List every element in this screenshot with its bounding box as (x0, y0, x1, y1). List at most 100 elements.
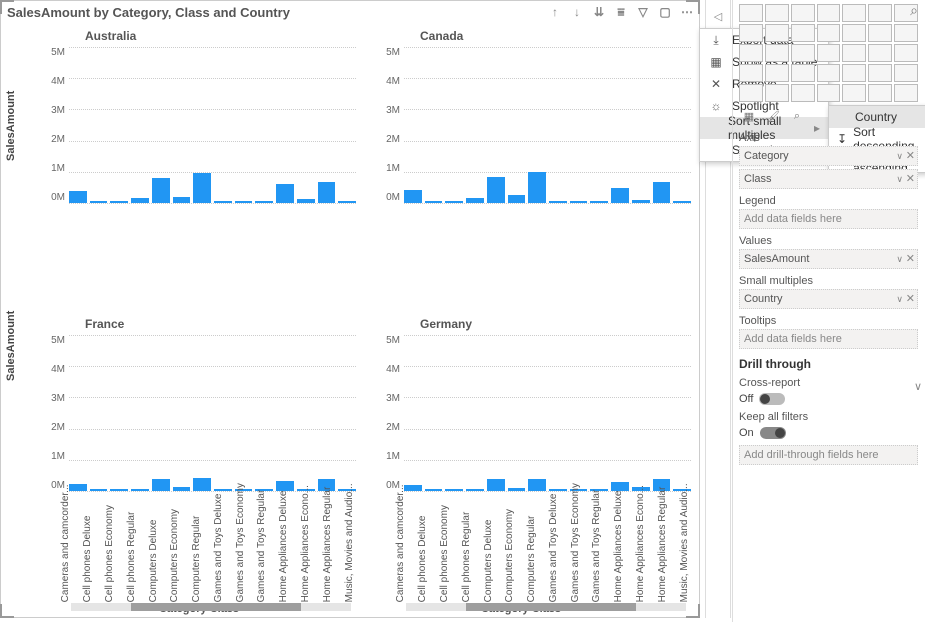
viz-gallery-item[interactable] (739, 64, 763, 82)
bar[interactable] (69, 191, 87, 203)
viz-gallery-item[interactable] (791, 24, 815, 42)
axis-heading: Axis (739, 132, 918, 144)
bar[interactable] (131, 198, 149, 203)
bar[interactable] (425, 201, 443, 203)
viz-gallery-item[interactable] (817, 64, 841, 82)
bar[interactable] (110, 201, 128, 203)
fields-tab-icon[interactable]: ▦ (741, 108, 757, 124)
h-scrollbar-right[interactable] (406, 603, 686, 611)
viz-gallery-item[interactable] (894, 84, 918, 102)
fields-pane[interactable]: ⌕ ▦ 🖌 ⌕ Axis Category ∨ ✕ Class ∨ ✕ Lege… (732, 0, 924, 622)
bar[interactable] (508, 195, 526, 203)
bar[interactable] (235, 201, 253, 203)
viz-gallery-item[interactable] (791, 64, 815, 82)
viz-gallery-item[interactable] (817, 24, 841, 42)
bar[interactable] (528, 172, 546, 203)
bar[interactable] (90, 201, 108, 203)
chevron-down-icon[interactable]: ∨ (896, 254, 903, 265)
viz-gallery-item[interactable] (739, 44, 763, 62)
bar[interactable] (590, 201, 608, 203)
h-scrollbar-left[interactable] (71, 603, 351, 611)
viz-gallery-item[interactable] (791, 84, 815, 102)
bar[interactable] (611, 188, 629, 203)
bar[interactable] (466, 198, 484, 203)
bar[interactable] (549, 201, 567, 203)
viz-gallery-item[interactable] (868, 84, 892, 102)
focus-icon[interactable]: ▢ (657, 4, 673, 20)
viz-gallery-item[interactable] (791, 4, 815, 22)
bar[interactable] (297, 199, 315, 203)
keep-filters-toggle[interactable]: On (739, 427, 918, 439)
viz-gallery-item[interactable] (842, 4, 866, 22)
viz-gallery-item[interactable] (765, 4, 789, 22)
viz-gallery-item[interactable] (842, 44, 866, 62)
viz-gallery-item[interactable] (817, 4, 841, 22)
viz-gallery-item[interactable] (868, 64, 892, 82)
remove-field-icon[interactable]: ✕ (906, 292, 915, 305)
viz-gallery-item[interactable] (791, 44, 815, 62)
viz-gallery-item[interactable] (739, 4, 763, 22)
viz-gallery-item[interactable] (765, 44, 789, 62)
viz-gallery-item[interactable] (868, 44, 892, 62)
bar[interactable] (214, 201, 232, 203)
bar[interactable] (673, 201, 691, 203)
legend-well[interactable]: Add data fields here (739, 209, 918, 229)
bar[interactable] (173, 197, 191, 203)
remove-field-icon[interactable]: ✕ (906, 172, 915, 185)
bar[interactable] (570, 201, 588, 203)
analytics-tab-icon[interactable]: ⌕ (789, 108, 805, 124)
h-scrollbar-left-thumb[interactable] (131, 603, 301, 611)
small-multiples-well-country[interactable]: Country ∨ ✕ (739, 289, 918, 309)
bar[interactable] (152, 178, 170, 203)
drillthrough-well[interactable]: Add drill-through fields here (739, 445, 918, 465)
drill-expand-icon[interactable]: ⇊ (591, 4, 607, 20)
viz-gallery-item[interactable] (739, 24, 763, 42)
format-tab-icon[interactable]: 🖌 (765, 108, 781, 124)
bar[interactable] (338, 201, 356, 203)
viz-gallery-item[interactable] (868, 4, 892, 22)
chevron-down-icon[interactable]: ∨ (896, 174, 903, 185)
h-scrollbar-right-thumb[interactable] (466, 603, 636, 611)
viz-gallery-item[interactable] (842, 84, 866, 102)
remove-field-icon[interactable]: ✕ (906, 149, 915, 162)
viz-gallery-item[interactable] (765, 64, 789, 82)
chart-visual[interactable]: SalesAmount by Category, Class and Count… (0, 0, 700, 618)
more-options-icon[interactable]: ⋯ (679, 4, 695, 20)
viz-gallery-item[interactable] (765, 24, 789, 42)
filter-icon[interactable]: ▽ (635, 4, 651, 20)
axis-well-category[interactable]: Category ∨ ✕ (739, 146, 918, 166)
values-well-salesamount[interactable]: SalesAmount ∨ ✕ (739, 249, 918, 269)
category-labels: Cameras and camcorder...Cell phones Delu… (55, 483, 360, 602)
viz-gallery-item[interactable] (739, 84, 763, 102)
viz-gallery-item[interactable] (894, 64, 918, 82)
viz-gallery[interactable] (739, 4, 918, 102)
drill-down-icon[interactable]: ↓ (569, 4, 585, 20)
viz-gallery-item[interactable] (894, 24, 918, 42)
bar[interactable] (404, 190, 422, 203)
remove-field-icon[interactable]: ✕ (906, 252, 915, 265)
bar[interactable] (255, 201, 273, 203)
viz-gallery-item[interactable] (842, 24, 866, 42)
viz-gallery-item[interactable] (765, 84, 789, 102)
drill-up-icon[interactable]: ↑ (547, 4, 563, 20)
tooltips-well[interactable]: Add data fields here (739, 329, 918, 349)
bar[interactable] (632, 200, 650, 203)
chevron-down-icon[interactable]: ∨ (896, 294, 903, 305)
viz-gallery-item[interactable] (817, 84, 841, 102)
bar[interactable] (193, 173, 211, 203)
search-icon[interactable]: ⌕ (904, 0, 924, 20)
viz-gallery-item[interactable] (817, 44, 841, 62)
chevron-down-icon[interactable]: ∨ (896, 151, 903, 162)
bar[interactable] (445, 201, 463, 203)
cross-report-toggle[interactable]: Off (739, 393, 918, 405)
viz-gallery-item[interactable] (894, 44, 918, 62)
bar[interactable] (487, 177, 505, 203)
viz-gallery-item[interactable] (868, 24, 892, 42)
bar[interactable] (653, 182, 671, 203)
viz-gallery-item[interactable] (842, 64, 866, 82)
bar[interactable] (318, 182, 336, 203)
hierarchy-icon[interactable]: ⩸ (613, 4, 629, 20)
axis-well-class[interactable]: Class ∨ ✕ (739, 169, 918, 189)
bar[interactable] (276, 184, 294, 203)
pane-caret-icon[interactable]: ∨ (914, 380, 922, 393)
